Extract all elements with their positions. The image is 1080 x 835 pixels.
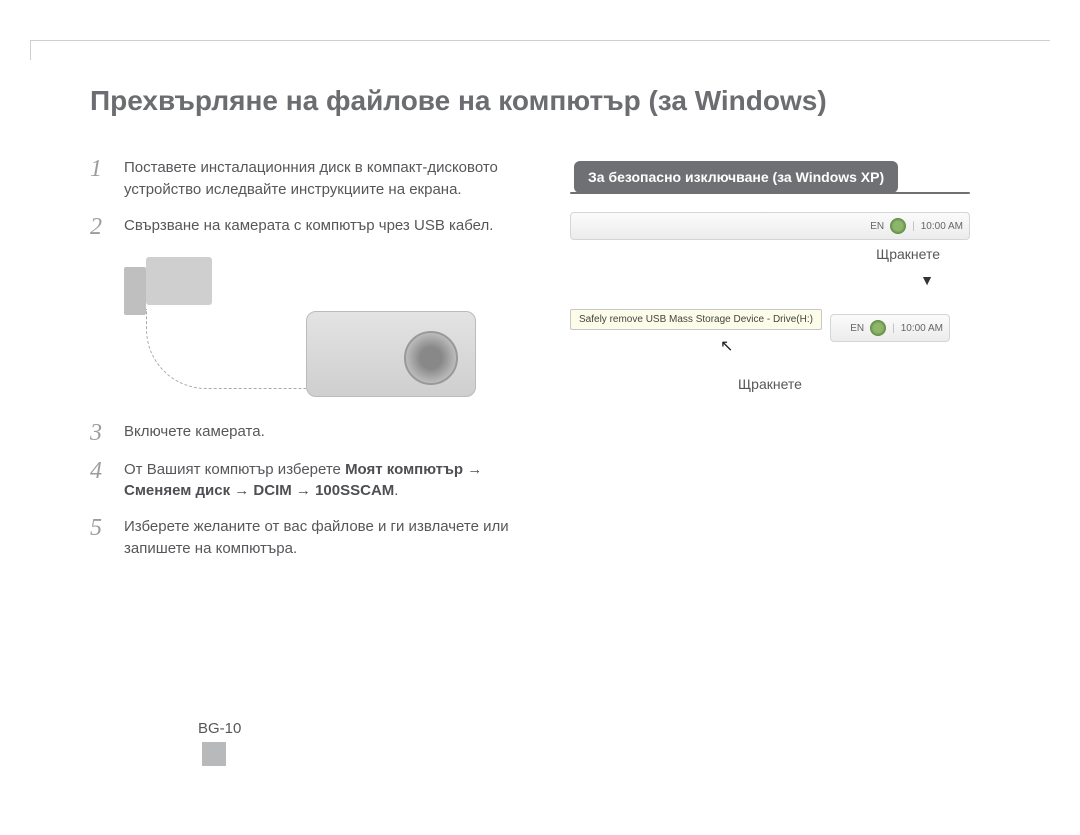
page-tab: [202, 742, 226, 766]
step-3: 3 Включете камерата.: [90, 421, 530, 445]
step-number: 5: [90, 516, 124, 540]
safely-remove-icon: [870, 320, 886, 336]
step-5: 5 Изберете желаните от вас файлове и ги …: [90, 516, 530, 560]
step-number: 3: [90, 421, 124, 445]
tray-time: 10:00 AM: [901, 323, 943, 334]
step-text: Изберете желаните от вас файлове и ги из…: [124, 516, 530, 560]
usb-cable-icon: [146, 309, 306, 389]
page-number: BG-10: [198, 720, 241, 737]
tray-divider: |: [892, 323, 895, 334]
step-number: 4: [90, 459, 124, 483]
step-text: Поставете инсталационния диск в компакт-…: [124, 157, 530, 201]
tray-time: 10:00 AM: [921, 221, 963, 232]
camera-lens-icon: [404, 331, 458, 385]
callout-header: За безопасно изключване (за Windows XP): [574, 161, 898, 193]
step-4-tail: .: [394, 482, 398, 499]
monitor-icon: [146, 257, 212, 305]
step-4-lead: От Вашият компютър изберете: [124, 461, 345, 478]
page-title: Прехвърляне на файлове на компютър (за W…: [90, 85, 990, 117]
safely-remove-icon: [890, 218, 906, 234]
arrow-down-icon: ▼: [570, 272, 970, 288]
top-rule: [30, 40, 1050, 41]
step-4: 4 От Вашият компютър изберете Моят компю…: [90, 459, 530, 503]
left-rule: [30, 40, 31, 60]
step-number: 2: [90, 215, 124, 239]
step-1: 1 Поставете инсталационния диск в компак…: [90, 157, 530, 201]
page-content: Прехвърляне на файлове на компютър (за W…: [90, 85, 990, 574]
camera-pc-illustration: [126, 253, 506, 403]
step-text: Включете камерата.: [124, 421, 265, 443]
safely-remove-popup: Safely remove USB Mass Storage Device - …: [570, 309, 822, 330]
step-text: Свързване на камерата с компютър чрез US…: [124, 215, 493, 237]
step-2: 2 Свързване на камерата с компютър чрез …: [90, 215, 530, 239]
right-column: За безопасно изключване (за Windows XP) …: [570, 157, 970, 574]
left-column: 1 Поставете инсталационния диск в компак…: [90, 157, 530, 574]
tray-lang: EN: [850, 323, 864, 334]
pc-tower-icon: [124, 267, 146, 315]
tray-lang: EN: [870, 221, 884, 232]
cursor-icon: ↖: [720, 336, 1080, 356]
step-text: От Вашият компютър изберете Моят компютъ…: [124, 459, 530, 503]
illustration: [90, 253, 530, 403]
system-tray-1: EN | 10:00 AM: [570, 212, 970, 240]
tray-divider: |: [912, 221, 915, 232]
step-number: 1: [90, 157, 124, 181]
columns: 1 Поставете инсталационния диск в компак…: [90, 157, 990, 574]
step-list: 1 Поставете инсталационния диск в компак…: [90, 157, 530, 560]
click-caption-2: Щракнете: [570, 376, 970, 392]
click-caption-1: Щракнете: [570, 246, 970, 262]
